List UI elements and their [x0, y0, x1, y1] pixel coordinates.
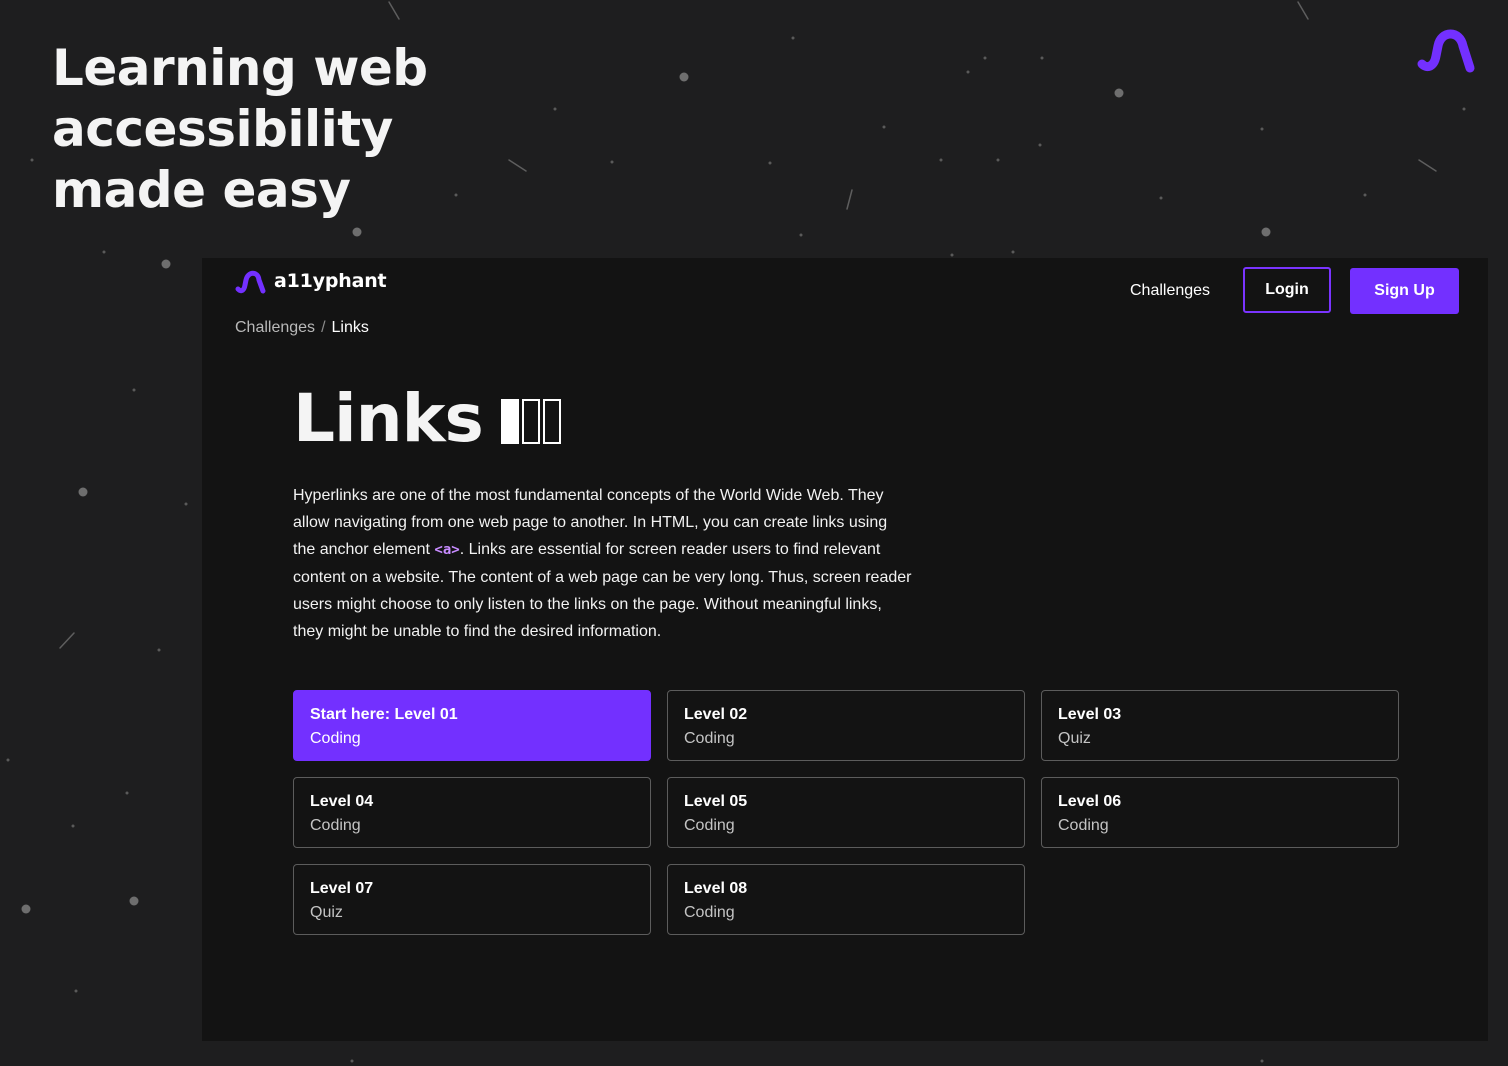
- level-type: Quiz: [1058, 730, 1091, 747]
- level-card[interactable]: Level 07 Quiz: [293, 864, 651, 935]
- hero-tagline: Learning web accessibility made easy: [52, 38, 428, 221]
- level-card[interactable]: Start here: Level 01 Coding: [293, 690, 651, 761]
- brand-name: a11yphant: [274, 270, 387, 292]
- level-type: Coding: [684, 904, 735, 921]
- level-name: Level 03: [1058, 706, 1122, 723]
- level-type: Coding: [1058, 817, 1109, 834]
- level-type: Coding: [310, 730, 361, 747]
- level-card[interactable]: Level 04 Coding: [293, 777, 651, 848]
- level-card[interactable]: Level 08 Coding: [667, 864, 1025, 935]
- level-name: Level 02: [684, 706, 748, 723]
- brand-logo-link[interactable]: a11yphant: [234, 268, 387, 294]
- level-card[interactable]: Level 05 Coding: [667, 777, 1025, 848]
- level-card[interactable]: Level 03 Quiz: [1041, 690, 1399, 761]
- level-name: Level 05: [684, 793, 748, 810]
- breadcrumb-current: Links: [331, 319, 369, 336]
- level-card[interactable]: Level 02 Coding: [667, 690, 1025, 761]
- breadcrumb-challenges-link[interactable]: Challenges: [235, 319, 315, 336]
- tagline-line: made easy: [52, 161, 351, 219]
- breadcrumb-separator: /: [321, 319, 326, 336]
- difficulty-indicator: [500, 399, 561, 444]
- anchor-element-code: <a>: [434, 542, 460, 558]
- level-card[interactable]: Level 06 Coding: [1041, 777, 1399, 848]
- a11yphant-logo-icon: [235, 270, 266, 294]
- tagline-line: Learning web: [52, 39, 428, 97]
- level-type: Coding: [684, 817, 735, 834]
- level-name: Level 08: [684, 880, 748, 897]
- challenge-header: Links: [293, 380, 561, 457]
- tagline-line: accessibility: [52, 100, 393, 158]
- signup-button[interactable]: Sign Up: [1350, 268, 1459, 314]
- level-type: Coding: [310, 817, 361, 834]
- app-window: a11yphant Challenges Login Sign Up Chall…: [202, 258, 1488, 1041]
- a11yphant-logo-icon: [1417, 29, 1475, 73]
- level-name: Level 06: [1058, 793, 1122, 810]
- difficulty-bar: [542, 399, 561, 444]
- difficulty-bar: [500, 399, 519, 444]
- level-name: Level 04: [310, 793, 374, 810]
- login-button[interactable]: Login: [1243, 267, 1331, 313]
- level-name: Start here: Level 01: [310, 706, 458, 723]
- breadcrumb: Challenges / Links: [235, 319, 369, 337]
- level-name: Level 07: [310, 880, 374, 897]
- level-type: Coding: [684, 730, 735, 747]
- level-type: Quiz: [310, 904, 343, 921]
- nav-challenges-link[interactable]: Challenges: [1130, 282, 1210, 300]
- challenge-intro: Hyperlinks are one of the most fundament…: [293, 482, 913, 645]
- page-title: Links: [293, 380, 484, 457]
- difficulty-bar: [521, 399, 540, 444]
- level-grid: Start here: Level 01 Coding Level 02 Coding…: [293, 690, 1399, 935]
